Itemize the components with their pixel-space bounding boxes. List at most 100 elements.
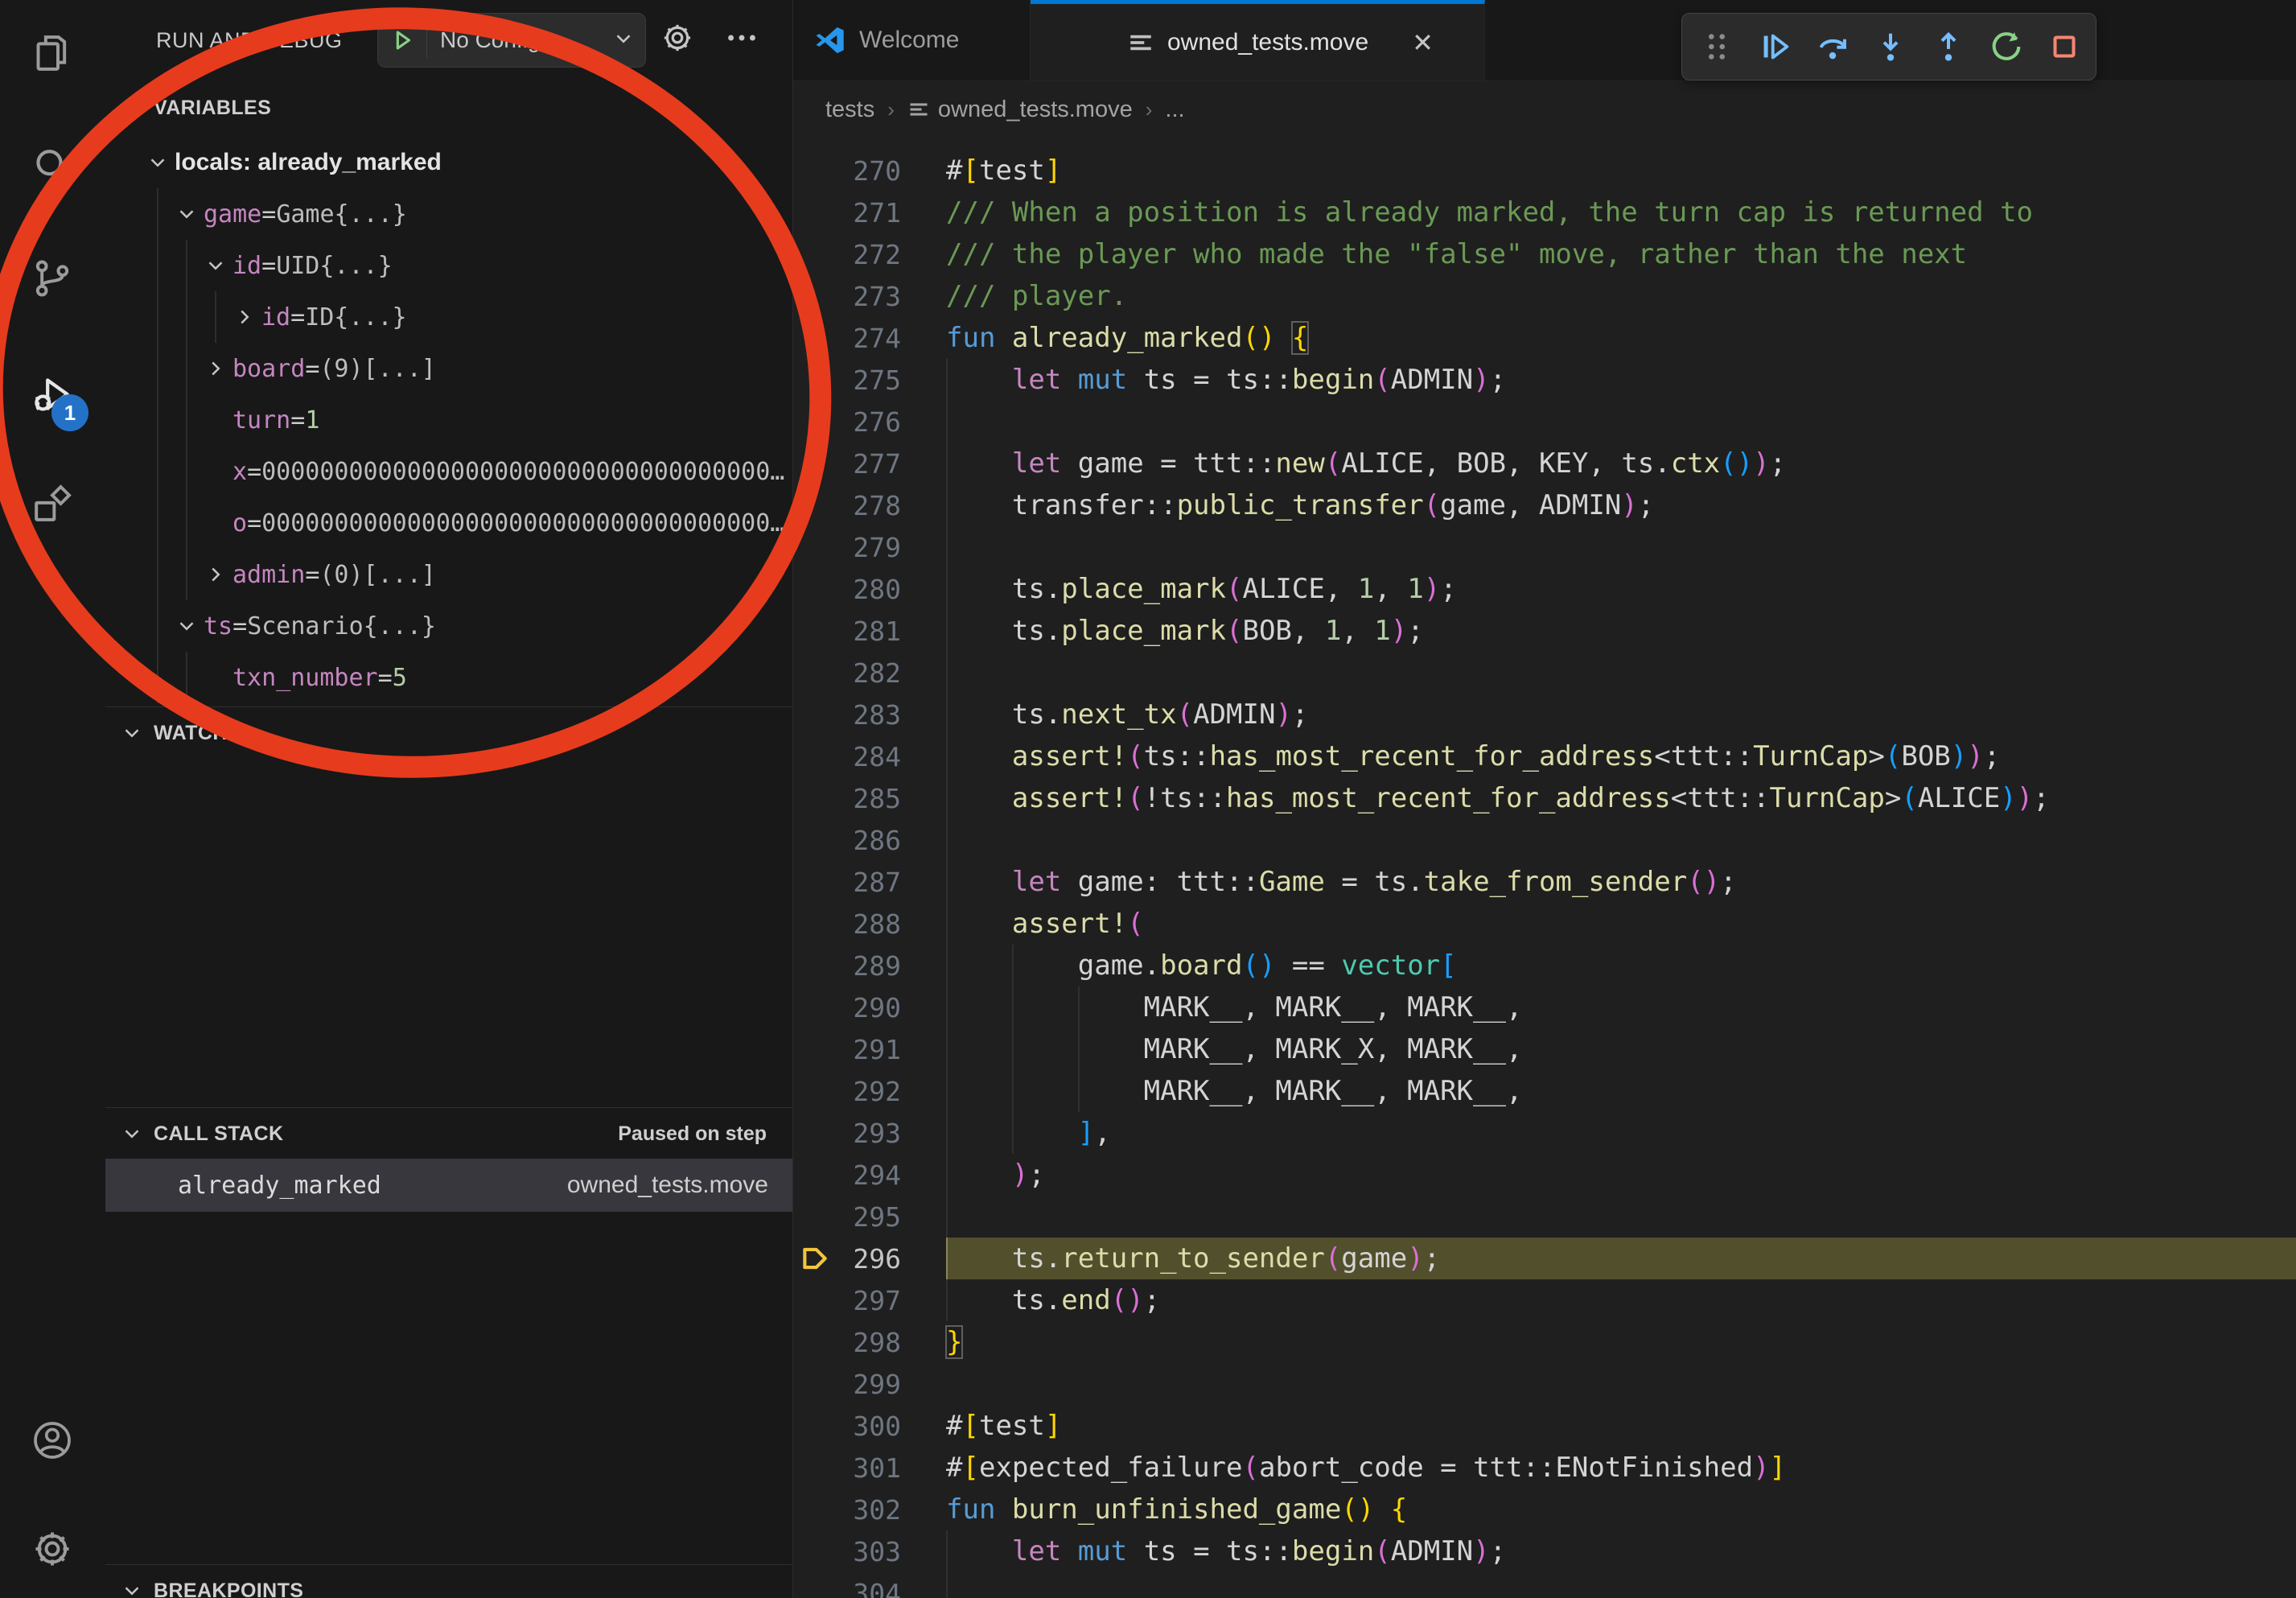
gutter-line-300[interactable]: 300: [793, 1405, 946, 1447]
code-line-276: 276: [793, 401, 2296, 443]
gutter-line-280[interactable]: 280: [793, 568, 946, 610]
tab-welcome[interactable]: Welcome: [793, 0, 1031, 80]
chevron-right-icon[interactable]: [232, 305, 257, 329]
code-text: [946, 401, 2296, 443]
gutter-line-279[interactable]: 279: [793, 526, 946, 568]
run-and-debug-sidebar: RUN AND DEBUG No Configur… VARIABL: [105, 0, 792, 1598]
chevron-right-icon[interactable]: [204, 562, 228, 587]
breadcrumb-symbol[interactable]: ...: [1165, 97, 1184, 123]
gutter-line-297[interactable]: 297: [793, 1279, 946, 1321]
variable-value: Game{...}: [276, 200, 407, 229]
variable-row-game[interactable]: game = Game{...}: [105, 188, 792, 240]
gutter-line-273[interactable]: 273: [793, 275, 946, 317]
variable-row-txn_number[interactable]: txn_number = 5: [105, 652, 792, 703]
gutter-line-302[interactable]: 302: [793, 1489, 946, 1530]
gutter-line-295[interactable]: 295: [793, 1196, 946, 1238]
extensions-icon[interactable]: [30, 481, 75, 526]
call-stack-section-header[interactable]: CALL STACK Paused on step: [105, 1107, 792, 1159]
variable-row-board[interactable]: board = (9)[...]: [105, 343, 792, 394]
views-more-actions-icon[interactable]: [723, 19, 763, 60]
variable-row-x[interactable]: x = 000000000000000000000000000000000000…: [105, 446, 792, 497]
chevron-right-icon[interactable]: [204, 356, 228, 381]
variables-section-header[interactable]: VARIABLES: [105, 82, 792, 134]
breadcrumb-folder[interactable]: tests: [825, 97, 874, 123]
gutter-line-270[interactable]: 270: [793, 150, 946, 192]
stop-button[interactable]: [2046, 28, 2083, 65]
gutter-line-281[interactable]: 281: [793, 610, 946, 652]
gutter-line-287[interactable]: 287: [793, 861, 946, 903]
gutter-line-282[interactable]: 282: [793, 652, 946, 694]
gutter-line-299[interactable]: 299: [793, 1363, 946, 1405]
code-area[interactable]: 270#[test]271/// When a position is alre…: [793, 138, 2296, 1598]
breakpoints-section-header[interactable]: BREAKPOINTS: [105, 1564, 792, 1598]
variable-row-ts[interactable]: ts = Scenario{...}: [105, 600, 792, 652]
chevron-down-icon[interactable]: [204, 253, 228, 278]
variable-value: Scenario{...}: [247, 612, 436, 640]
gutter-line-272[interactable]: 272: [793, 233, 946, 275]
gutter-line-289[interactable]: 289: [793, 945, 946, 986]
toolbar-gripper[interactable]: [1698, 28, 1735, 65]
code-text: assert!(ts::has_most_recent_for_address<…: [946, 735, 2296, 777]
gutter-line-292[interactable]: 292: [793, 1070, 946, 1112]
variables-scope-row[interactable]: locals: already_marked: [105, 137, 792, 188]
gutter-line-284[interactable]: 284: [793, 735, 946, 777]
code-line-283: 283 ts.next_tx(ADMIN);: [793, 694, 2296, 735]
close-tab-icon[interactable]: ✕: [1412, 27, 1434, 58]
gutter-line-296[interactable]: 296: [793, 1238, 946, 1279]
code-line-292: 292 MARK__, MARK__, MARK__,: [793, 1070, 2296, 1112]
source-control-icon[interactable]: [30, 256, 75, 301]
chevron-down-icon[interactable]: [146, 150, 170, 175]
search-icon[interactable]: [30, 145, 75, 190]
variable-row-id[interactable]: id = ID{...}: [105, 291, 792, 343]
code-text: MARK__, MARK__, MARK__,: [946, 1070, 2296, 1112]
gutter-line-288[interactable]: 288: [793, 903, 946, 945]
code-text: MARK__, MARK_X, MARK__,: [946, 1028, 2296, 1070]
breadcrumb-file[interactable]: owned_tests.move: [938, 97, 1133, 123]
variable-row-admin[interactable]: admin = (0)[...]: [105, 549, 792, 600]
line-number: 287: [853, 867, 946, 898]
gutter-line-277[interactable]: 277: [793, 443, 946, 484]
gutter-line-301[interactable]: 301: [793, 1447, 946, 1489]
gutter-line-286[interactable]: 286: [793, 819, 946, 861]
chevron-right-icon: ›: [887, 97, 895, 122]
gutter-line-278[interactable]: 278: [793, 484, 946, 526]
code-line-300: 300#[test]: [793, 1405, 2296, 1447]
gutter-line-271[interactable]: 271: [793, 192, 946, 233]
watch-section-header[interactable]: WATCH: [105, 706, 792, 759]
tab-owned-tests-move[interactable]: owned_tests.move ✕: [1031, 0, 1485, 80]
code-line-298: 298}: [793, 1321, 2296, 1363]
account-icon[interactable]: [30, 1418, 75, 1463]
step-into-button[interactable]: [1872, 28, 1909, 65]
gutter-line-303[interactable]: 303: [793, 1530, 946, 1572]
gutter-line-298[interactable]: 298: [793, 1321, 946, 1363]
step-out-button[interactable]: [1930, 28, 1967, 65]
explorer-icon[interactable]: [30, 31, 75, 76]
gutter-line-294[interactable]: 294: [793, 1154, 946, 1196]
gutter-line-304[interactable]: 304: [793, 1572, 946, 1598]
chevron-down-icon[interactable]: [175, 202, 199, 226]
gutter-line-293[interactable]: 293: [793, 1112, 946, 1154]
variable-row-turn[interactable]: turn = 1: [105, 394, 792, 446]
variable-row-id[interactable]: id = UID{...}: [105, 240, 792, 291]
start-debugging-icon[interactable]: [378, 23, 427, 58]
code-line-286: 286: [793, 819, 2296, 861]
code-text: [946, 819, 2296, 861]
gutter-line-283[interactable]: 283: [793, 694, 946, 735]
gutter-line-274[interactable]: 274: [793, 317, 946, 359]
step-over-button[interactable]: [1814, 28, 1851, 65]
launch-configuration-dropdown[interactable]: No Configur…: [377, 13, 646, 68]
gutter-line-290[interactable]: 290: [793, 986, 946, 1028]
call-stack-frame[interactable]: already_marked owned_tests.move: [105, 1159, 792, 1212]
gutter-line-285[interactable]: 285: [793, 777, 946, 819]
restart-button[interactable]: [1988, 28, 2025, 65]
gutter-line-291[interactable]: 291: [793, 1028, 946, 1070]
variable-row-o[interactable]: o = 000000000000000000000000000000000000…: [105, 497, 792, 549]
continue-button[interactable]: [1756, 28, 1793, 65]
debug-settings-gear-icon[interactable]: [659, 19, 699, 60]
gutter-line-275[interactable]: 275: [793, 359, 946, 401]
gutter-line-276[interactable]: 276: [793, 401, 946, 443]
variable-name: ts: [204, 612, 232, 640]
line-number: 299: [853, 1369, 946, 1400]
settings-gear-icon[interactable]: [30, 1526, 75, 1571]
chevron-down-icon[interactable]: [175, 614, 199, 638]
